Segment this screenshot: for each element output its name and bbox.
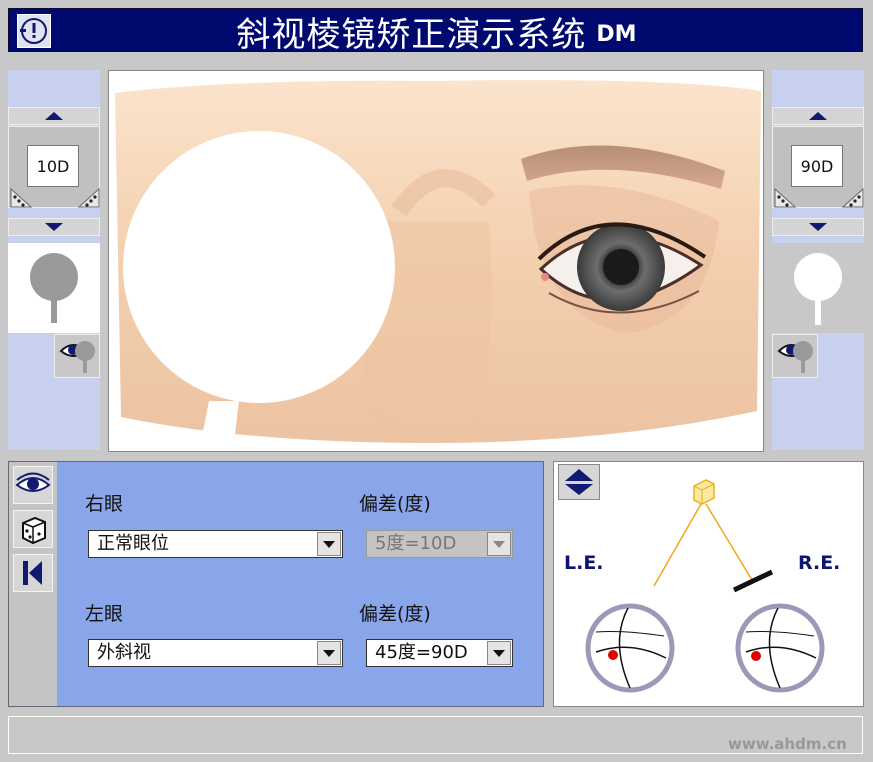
prism-corner-icon xyxy=(774,187,864,208)
arrow-up-icon xyxy=(809,112,827,120)
left-eye-deviation-select[interactable]: 45度=90D xyxy=(366,639,513,667)
left-prism-value: 10D xyxy=(36,156,70,176)
left-eye-label: 左眼 xyxy=(85,603,124,625)
info-button[interactable] xyxy=(17,14,51,48)
right-prism-panel: 90D xyxy=(772,70,864,450)
control-toolbar xyxy=(9,462,57,706)
eye-icon xyxy=(15,472,51,492)
arrow-down-icon xyxy=(809,223,827,231)
info-icon xyxy=(20,18,47,44)
right-prism-card: 90D xyxy=(791,145,843,187)
app-title: 斜视棱镜矫正演示系统 xyxy=(236,14,587,55)
prism-corner-icon xyxy=(10,187,100,208)
view-eye-button[interactable] xyxy=(13,466,53,504)
right-cover-toggle[interactable] xyxy=(772,334,818,378)
arrow-up-icon xyxy=(45,112,63,120)
back-button[interactable] xyxy=(13,554,53,592)
eye-cover-icon xyxy=(59,341,95,373)
left-prism-display: 10D xyxy=(8,126,100,208)
chevron-down-icon[interactable] xyxy=(487,532,511,556)
left-eye-position-value: 外斜视 xyxy=(97,642,151,663)
eye-cover-icon xyxy=(777,341,813,373)
right-prism-down-button[interactable] xyxy=(772,218,864,236)
right-eye-deviation-label: 偏差(度) xyxy=(359,493,431,515)
dice-icon xyxy=(22,516,46,545)
random-button[interactable] xyxy=(13,510,53,548)
left-prism-card: 10D xyxy=(27,145,79,187)
target-cube-icon xyxy=(693,479,715,505)
right-eye-deviation-select[interactable]: 5度=10D xyxy=(366,530,513,558)
left-gaze-line xyxy=(653,503,702,587)
watermark: www.ahdm.cn xyxy=(728,735,847,753)
right-occluder-display xyxy=(772,243,864,333)
right-prism-up-button[interactable] xyxy=(772,107,864,125)
left-prism-panel: 10D xyxy=(8,70,100,450)
face-illustration xyxy=(108,70,764,452)
arrow-down-icon xyxy=(45,223,63,231)
left-eye-position-select[interactable]: 外斜视 xyxy=(88,639,343,667)
title-container: 斜视棱镜矫正演示系统 DM xyxy=(9,9,864,55)
eye-control-panel: 右眼 偏差(度) 正常眼位 5度=10D 左眼 偏差(度) 外斜视 45度=90… xyxy=(8,461,544,707)
right-eye-deviation-value: 5度=10D xyxy=(375,533,457,554)
chevron-down-icon[interactable] xyxy=(487,641,511,665)
back-icon xyxy=(23,561,42,585)
right-eye-position-select[interactable]: 正常眼位 xyxy=(88,530,343,558)
left-eyeball-icon xyxy=(585,603,675,693)
left-occluder-display xyxy=(8,243,100,333)
occluder-icon xyxy=(30,253,78,323)
title-badge: DM xyxy=(596,21,637,47)
chevron-down-icon[interactable] xyxy=(317,532,341,556)
left-prism-down-button[interactable] xyxy=(8,218,100,236)
right-eyeball-icon xyxy=(735,603,825,693)
left-prism-up-button[interactable] xyxy=(8,107,100,125)
face-image xyxy=(115,80,761,451)
left-eye-deviation-label: 偏差(度) xyxy=(359,603,431,625)
occluder-icon xyxy=(794,253,842,325)
right-prism-value: 90D xyxy=(800,156,834,176)
left-eye-deviation-value: 45度=90D xyxy=(375,642,468,663)
chevron-down-icon[interactable] xyxy=(317,641,341,665)
right-eye-label: 右眼 xyxy=(85,493,124,515)
gaze-diagram-panel: L.E. R.E. xyxy=(553,461,864,707)
right-gaze-line xyxy=(705,503,753,581)
left-cover-toggle[interactable] xyxy=(54,334,100,378)
title-bar: 斜视棱镜矫正演示系统 DM xyxy=(8,8,864,55)
prism-bar-icon xyxy=(732,569,774,593)
gaze-diagram xyxy=(585,479,825,693)
right-eye-position-value: 正常眼位 xyxy=(97,533,169,554)
right-prism-display: 90D xyxy=(772,126,864,208)
